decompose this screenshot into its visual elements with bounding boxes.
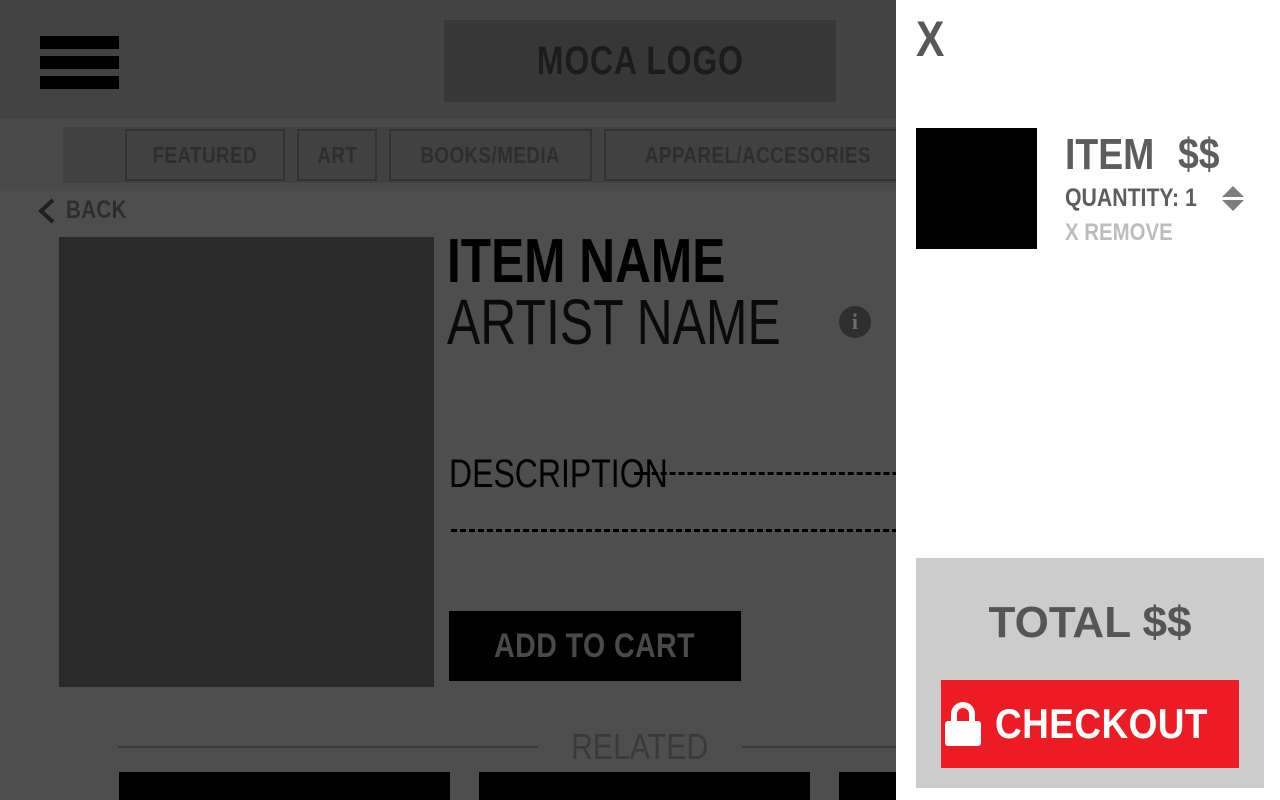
nav-tab-label: APPAREL/ACCESORIES [644,141,871,168]
cart-item-quantity-label: QUANTITY: 1 [1065,184,1197,212]
cart-item-title-row: ITEM $$ [1065,132,1244,178]
logo-text: MOCA LOGO [536,38,744,83]
cart-drawer: X ITEM $$ QUANTITY: 1 X REMOVE TOTAL $$ … [896,0,1280,800]
stepper-down-icon[interactable] [1222,200,1245,211]
info-icon[interactable]: i [838,306,871,338]
chevron-left-icon [38,198,55,223]
lock-body [945,721,981,746]
stepper-up-icon[interactable] [1222,186,1245,197]
add-to-cart-button[interactable]: ADD TO CART [449,611,741,681]
hamburger-icon[interactable] [40,36,119,89]
nav-tab-books-media[interactable]: BOOKS/MEDIA [389,129,592,181]
hamburger-bar [40,76,119,89]
hamburger-bar [40,56,119,69]
back-label: BACK [66,196,127,224]
nav-tab-label: FEATURED [152,141,258,168]
nav-tab-art[interactable]: ART [296,129,378,181]
artist-row: ARTIST NAME i [447,290,871,354]
related-item[interactable] [479,772,810,800]
cart-totals-panel: TOTAL $$ CHECKOUT [916,558,1264,788]
artist-name: ARTIST NAME [447,286,781,358]
hamburger-bar [40,36,119,49]
quantity-stepper[interactable] [1222,186,1245,211]
cart-item-details: ITEM $$ QUANTITY: 1 X REMOVE [1065,128,1245,249]
back-link[interactable]: BACK [38,196,140,225]
related-item[interactable] [119,772,450,800]
close-icon[interactable]: X [916,14,944,64]
cart-item-price: $$ [1178,130,1220,179]
nav-tab-label: BOOKS/MEDIA [420,141,561,168]
cart-total-label: TOTAL $$ [988,598,1192,647]
divider-left [118,746,539,748]
cart-item-quantity-row: QUANTITY: 1 [1065,184,1245,213]
info-glyph: i [851,309,858,334]
cart-item: ITEM $$ QUANTITY: 1 X REMOVE [916,128,1245,249]
description-placeholder-line [634,472,934,475]
description-placeholder-line [451,529,934,532]
nav-tab-label: ART [316,141,357,168]
nav-tab-apparel-accesories[interactable]: APPAREL/ACCESORIES [603,129,912,181]
related-title: RELATED [571,726,709,767]
nav-tab-featured[interactable]: FEATURED [125,129,285,181]
checkout-button[interactable]: CHECKOUT [941,680,1239,768]
remove-item-button[interactable]: X REMOVE [1065,219,1217,247]
cart-item-thumbnail[interactable] [916,128,1037,249]
product-image[interactable] [59,237,434,687]
site-logo[interactable]: MOCA LOGO [444,20,836,102]
add-to-cart-label: ADD TO CART [494,626,696,665]
checkout-label: CHECKOUT [995,700,1208,747]
cart-item-name: ITEM [1065,130,1155,179]
lock-icon [943,702,983,746]
item-name: ITEM NAME [447,227,726,296]
